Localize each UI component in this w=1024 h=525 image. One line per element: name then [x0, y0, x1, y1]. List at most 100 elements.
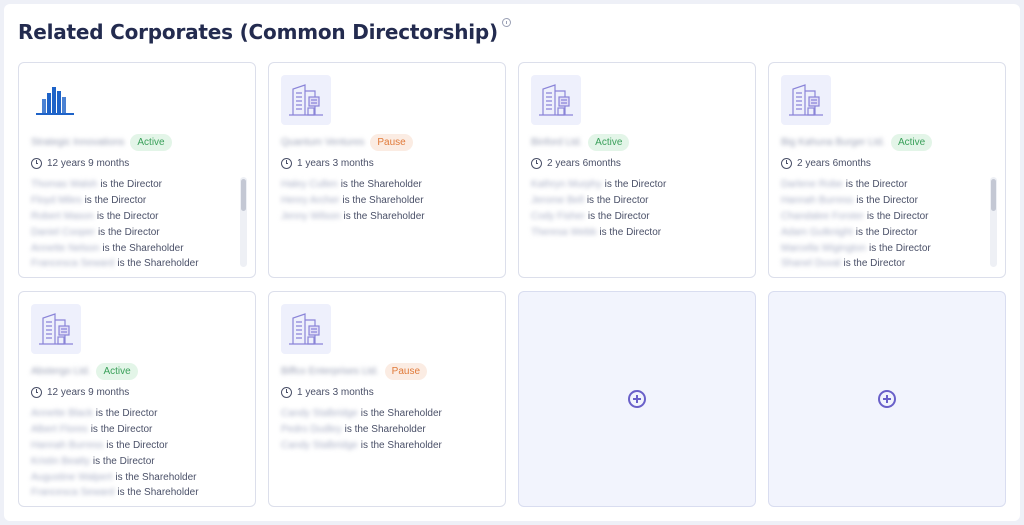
company-name[interactable]: Big Kahuna Burger Ltd.: [781, 137, 885, 148]
role-text: is the Director: [96, 210, 159, 222]
add-corporate-card[interactable]: [768, 291, 1006, 507]
role-item: Kristin Beatty is the Director: [31, 454, 239, 470]
role-text: is the Shareholder: [102, 242, 184, 254]
role-item: Candy Stalbridge is the Shareholder: [281, 406, 489, 422]
person-name[interactable]: Annette Black: [31, 408, 93, 419]
role-text: is the Director: [856, 194, 918, 206]
person-name[interactable]: Theresa Webb: [531, 227, 596, 238]
building-icon: [281, 75, 331, 125]
role-item: Annette Nelson is the Shareholder: [31, 241, 239, 257]
scrollbar-thumb[interactable]: [991, 179, 996, 211]
role-text: is the Director: [604, 179, 667, 190]
person-name[interactable]: Jenny Wilson: [281, 211, 340, 222]
clock-icon: [281, 387, 292, 398]
company-name-row: Binford Ltd. Active: [531, 132, 630, 152]
role-item: Jenny Wilson is the Shareholder: [281, 209, 489, 225]
tenure: 1 years 3 months: [281, 158, 374, 169]
role-item: Pedro Dudley is the Shareholder: [281, 422, 489, 438]
add-circle-icon[interactable]: [878, 390, 896, 408]
role-text: is the Director: [95, 408, 158, 419]
company-name-row: Abstergo Ltd. Active: [31, 361, 138, 381]
person-name[interactable]: Daniel Cooper: [31, 227, 95, 238]
role-item: Hannah Burress is the Director: [781, 193, 989, 209]
person-name[interactable]: Thomas Walsh: [31, 179, 97, 190]
company-name[interactable]: Strategic Innovations: [31, 137, 124, 148]
person-name[interactable]: Pedro Dudley: [281, 424, 342, 435]
corporate-card[interactable]: Quantum Ventures Pause 1 years 3 months Hal…: [268, 62, 506, 278]
scrollbar[interactable]: [990, 177, 997, 267]
person-name[interactable]: Haley Cullen: [281, 179, 338, 190]
person-name[interactable]: Robert Mason: [31, 211, 94, 222]
person-name[interactable]: Francesca Seward: [31, 258, 114, 269]
role-item: Floyd Miles is the Director: [31, 193, 239, 209]
corporate-card[interactable]: Biffco Enterprises Ltd. Pause 1 years 3 mo…: [268, 291, 506, 507]
roles-list: Kathryn Murphy is the Director Jerome Bell…: [531, 177, 739, 241]
company-name[interactable]: Abstergo Ltd.: [31, 366, 90, 377]
person-name[interactable]: Darlene Robe: [781, 179, 843, 190]
corporate-card[interactable]: Binford Ltd. Active 2 years 6months Kathryn…: [518, 62, 756, 278]
info-icon[interactable]: [501, 18, 511, 27]
role-item: Cody Fisher is the Director: [531, 209, 739, 225]
person-name[interactable]: Annette Nelson: [31, 243, 99, 254]
clock-icon: [31, 158, 42, 169]
page-title: Related Corporates (Common Directorship): [18, 20, 498, 44]
add-corporate-card[interactable]: [518, 291, 756, 507]
person-name[interactable]: Henry Archer: [281, 195, 339, 206]
company-name[interactable]: Quantum Ventures: [281, 137, 364, 148]
corporate-card[interactable]: Big Kahuna Burger Ltd. Active 2 years 6mon…: [768, 62, 1006, 278]
role-item: Chandalee Forster is the Director: [781, 209, 989, 225]
role-item: Haley Cullen is the Shareholder: [281, 177, 489, 193]
building-icon: [281, 304, 331, 354]
person-name[interactable]: Albert Flores: [31, 424, 88, 435]
corporate-card[interactable]: Strategic Innovations Active 12 years 9 mo…: [18, 62, 256, 278]
role-text: is the Director: [855, 226, 918, 238]
person-name[interactable]: Floyd Miles: [31, 195, 82, 206]
person-name[interactable]: Adam Gutknight: [781, 227, 853, 238]
person-name[interactable]: Jerome Bell: [531, 195, 584, 206]
role-text: is the Director: [599, 226, 662, 238]
tenure: 2 years 6months: [781, 158, 871, 169]
scrollbar[interactable]: [240, 177, 247, 267]
person-name[interactable]: Kathryn Murphy: [531, 179, 602, 190]
role-text: is the Director: [92, 455, 155, 467]
role-item: Augustine Walpert is the Shareholder: [31, 470, 239, 486]
role-item: Albert Flores is the Director: [31, 422, 239, 438]
person-name[interactable]: Hannah Burress: [31, 440, 103, 451]
role-item: Jerome Bell is the Director: [531, 193, 739, 209]
person-name[interactable]: Hannah Burress: [781, 195, 853, 206]
tenure-text: 1 years 3 months: [297, 158, 374, 169]
role-item: Robert Mason is the Director: [31, 209, 239, 225]
person-name[interactable]: Kristin Beatty: [31, 456, 90, 467]
corporate-card[interactable]: Abstergo Ltd. Active 12 years 9 months Anne…: [18, 291, 256, 507]
person-name[interactable]: Candy Stalbridge: [281, 440, 358, 451]
role-text: is the Director: [100, 179, 163, 190]
person-name[interactable]: Shanel Duval: [781, 258, 840, 269]
role-item: Adam Gutknight is the Director: [781, 225, 989, 241]
status-badge: Pause: [384, 362, 428, 380]
company-name-row: Strategic Innovations Active: [31, 132, 172, 152]
building-icon: [31, 304, 81, 354]
tenure-text: 12 years 9 months: [47, 387, 130, 398]
company-name-row: Quantum Ventures Pause: [281, 132, 413, 152]
role-text: is the Shareholder: [342, 194, 424, 206]
company-name[interactable]: Biffco Enterprises Ltd.: [281, 366, 379, 377]
tenure: 2 years 6months: [531, 158, 621, 169]
role-item: Francesca Seward is the Shareholder: [31, 485, 239, 501]
add-circle-icon[interactable]: [628, 390, 646, 408]
role-text: is the Director: [869, 242, 931, 254]
company-name[interactable]: Binford Ltd.: [531, 137, 582, 148]
person-name[interactable]: Marcella Wigington: [781, 243, 866, 254]
person-name[interactable]: Cody Fisher: [531, 211, 585, 222]
person-name[interactable]: Francesca Seward: [31, 487, 114, 498]
role-item: Darlene Robe is the Director: [781, 177, 989, 193]
role-text: is the Director: [106, 439, 168, 451]
scrollbar-thumb[interactable]: [241, 179, 246, 211]
person-name[interactable]: Chandalee Forster: [781, 211, 864, 222]
role-text: is the Director: [843, 258, 906, 270]
roles-list: Haley Cullen is the Shareholder Henry Arch…: [281, 177, 489, 225]
person-name[interactable]: Candy Stalbridge: [281, 408, 358, 419]
role-text: is the Director: [586, 194, 649, 206]
role-item: Candy Stalbridge is the Shareholder: [281, 438, 489, 454]
person-name[interactable]: Augustine Walpert: [31, 472, 112, 483]
role-text: is the Shareholder: [117, 487, 199, 499]
